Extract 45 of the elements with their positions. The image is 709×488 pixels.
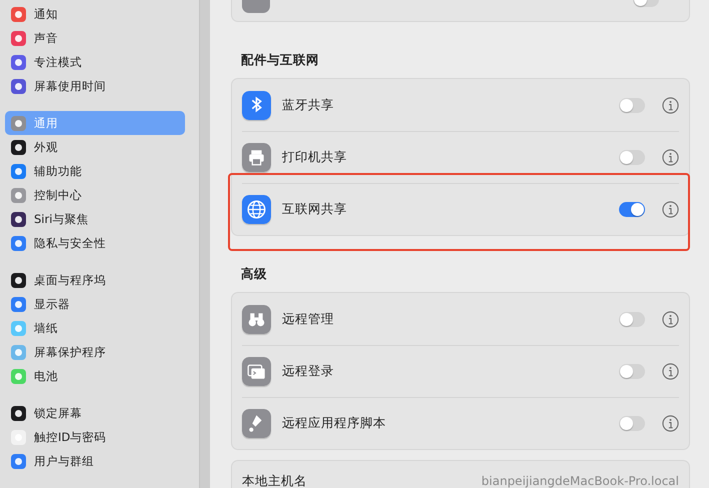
row-label: 远程管理 — [282, 310, 335, 328]
sidebar-item[interactable]: 隐私与安全性 — [5, 231, 185, 255]
section-heading: 高级 — [240, 265, 268, 283]
toggle-switch[interactable] — [619, 364, 645, 378]
info-icon[interactable] — [662, 200, 679, 218]
binoculars-icon — [242, 304, 271, 334]
sidebar-item[interactable]: 桌面与程序坞 — [5, 268, 185, 292]
info-icon[interactable] — [662, 362, 679, 380]
sidebar-item[interactable]: 控制中心 — [5, 183, 185, 207]
toggle-switch[interactable] — [619, 202, 645, 216]
row-label: 打印机共享 — [282, 148, 348, 166]
row-label: 蓝牙共享 — [282, 96, 335, 114]
printer-icon — [242, 142, 271, 172]
toggle-switch[interactable] — [619, 150, 645, 164]
row-label: 远程应用程序脚本 — [282, 414, 387, 432]
toggle-switch[interactable] — [619, 416, 645, 430]
info-icon[interactable] — [662, 310, 679, 328]
toggle-switch[interactable] — [619, 98, 645, 112]
sidebar-item[interactable]: 声音 — [5, 26, 185, 50]
row-label: 远程登录 — [282, 362, 335, 380]
sidebar-item[interactable]: 电池 — [5, 364, 185, 388]
row-label: 互联网共享 — [282, 200, 348, 218]
section-heading: 配件与互联网 — [240, 51, 320, 69]
sidebar-item[interactable]: 显示器 — [5, 292, 185, 316]
sidebar-item[interactable]: 专注模式 — [5, 50, 185, 74]
hostname-value: bianpeijiangdeMacBook-Pro.local — [481, 474, 679, 488]
sidebar-item[interactable]: 外观 — [5, 135, 185, 159]
sidebar-item[interactable]: 用户与群组 — [5, 449, 185, 473]
sidebar-item[interactable]: 墙纸 — [5, 316, 185, 340]
sidebar-item[interactable]: 通知 — [5, 2, 185, 26]
sidebar-item[interactable]: Siri与聚焦 — [5, 207, 185, 231]
toggle-switch[interactable] — [619, 312, 645, 326]
globe-icon — [242, 194, 271, 224]
terminal-icon — [242, 356, 271, 386]
script-icon — [242, 408, 271, 438]
sidebar-item[interactable]: 屏幕使用时间 — [5, 74, 185, 98]
bluetooth-icon — [242, 90, 271, 120]
info-icon[interactable] — [662, 148, 679, 166]
field-label: 本地主机名 — [242, 472, 307, 488]
sidebar-item[interactable]: 辅助功能 — [5, 159, 185, 183]
sidebar-item[interactable]: 屏幕保护程序 — [5, 340, 185, 364]
info-icon[interactable] — [662, 414, 679, 432]
sidebar-item[interactable]: 锁定屏幕 — [5, 401, 185, 425]
info-icon[interactable] — [662, 96, 679, 114]
sidebar-item[interactable]: 触控ID与密码 — [5, 425, 185, 449]
